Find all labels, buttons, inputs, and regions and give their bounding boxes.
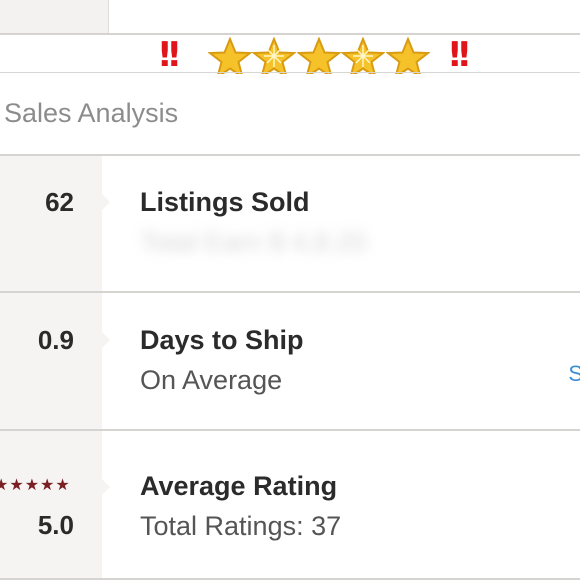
notch-arrow: [101, 478, 110, 496]
stat-sub-text: On Average: [140, 365, 283, 395]
sales-analysis-header: Sales Analysis: [0, 74, 580, 156]
section-title: Sales Analysis: [4, 98, 179, 128]
stat-label: Days to Ship: [140, 325, 304, 355]
top-strip: [0, 0, 580, 35]
stat-label: Listings Sold: [140, 187, 310, 217]
stat-value-column: [0, 431, 102, 580]
see-more-link[interactable]: S: [568, 361, 580, 387]
stat-sub-text: Total Ratings: 37: [140, 511, 342, 541]
notch-arrow: [101, 331, 110, 349]
rating-stars-icon: ★★★★★: [0, 475, 71, 494]
stat-value-column: [0, 293, 102, 431]
double-exclamation-icon: !!: [447, 35, 472, 75]
previous-card-edge: [108, 0, 580, 33]
stat-value-column: [0, 156, 102, 293]
divider: [0, 72, 580, 73]
stat-row-average-rating: ★★★★★ 5.0 Average Rating Total Ratings: …: [0, 431, 580, 580]
stat-sub-text: Total Earn $ 4,8.20: [140, 227, 367, 257]
stat-value: 0.9: [37, 325, 74, 355]
stat-value: 5.0: [37, 510, 74, 540]
notch-arrow: [101, 193, 110, 211]
stat-row-listings-sold: 62 Listings Sold Total Earn $ 4,8.20: [0, 156, 580, 293]
double-exclamation-icon: !!: [157, 35, 182, 75]
stat-row-days-to-ship: 0.9 Days to Ship On Average S: [0, 293, 580, 431]
emoji-banner: !! !!: [0, 35, 580, 80]
stat-value: 62: [45, 187, 74, 217]
stat-label: Average Rating: [140, 471, 338, 501]
